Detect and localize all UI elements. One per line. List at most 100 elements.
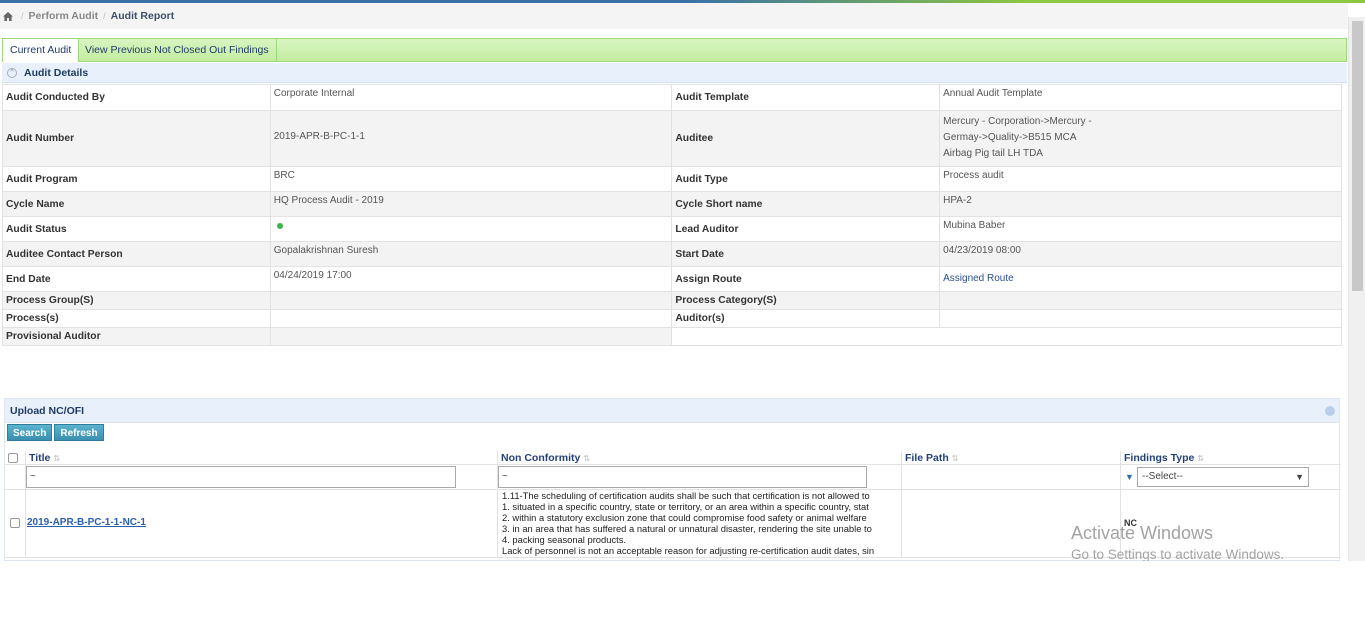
tab-previous-findings[interactable]: View Previous Not Closed Out Findings [78,39,277,61]
column-divider [1120,465,1121,490]
detail-value: Gopalakrishnan Suresh [269,241,673,267]
select-all-cell [5,451,25,465]
watermark-line-1: Activate Windows [1071,523,1214,543]
activate-windows-watermark: Activate Windows Go to Settings to activ… [1071,523,1284,562]
detail-value [269,327,673,346]
assigned-route-link[interactable]: Assigned Route [943,273,1014,284]
select-all-checkbox[interactable] [8,453,18,463]
detail-label: Audit Status [2,216,271,242]
column-header-non-conformity[interactable]: Non Conformity ⇅ [497,451,901,465]
nc-filter-input[interactable]: ~ [498,466,867,488]
findings-type-select[interactable]: --Select-- ▼ [1137,467,1309,487]
upload-title: Upload NC/OFI [10,404,85,417]
detail-value: 04/24/2019 17:00 [269,266,673,292]
detail-label: Auditor(s) [671,309,941,328]
watermark-line-2: Go to Settings to activate Windows. [1071,547,1285,562]
detail-value: 04/23/2019 08:00 [939,241,1342,267]
breadcrumb-perform-audit[interactable]: Perform Audit [29,10,99,22]
nc-line: 1.11-The scheduling of certification aud… [502,490,870,501]
detail-value [269,291,673,310]
nc-line: 2. within a statutory exclusion zone tha… [502,512,867,523]
audit-status-value [269,216,673,242]
detail-label: Audit Conducted By [2,84,271,111]
detail-value: Annual Audit Template [939,84,1342,111]
detail-row: Audit Number 2019-APR-B-PC-1-1 Auditee M… [2,110,1342,167]
detail-label: Provisional Auditor [2,327,271,346]
detail-label: Process(s) [2,309,271,328]
column-header-title[interactable]: Title ⇅ [25,451,497,465]
breadcrumb-separator: / [21,11,24,21]
detail-row: Audit Status Lead Auditor Mubina Baber [2,216,1342,242]
detail-label: Assign Route [671,266,941,292]
nc-line: Lack of personnel is not an acceptable r… [502,545,875,556]
sort-icon: ⇅ [583,454,591,463]
detail-row: Audit Conducted By Corporate Internal Au… [2,84,1342,111]
detail-label: Start Date [671,241,941,267]
detail-label: Audit Template [671,84,941,111]
upload-header: Upload NC/OFI [5,399,1339,423]
detail-value [269,309,673,328]
grid-header: Title ⇅ Non Conformity ⇅ File Path ⇅ Findin… [5,451,1341,465]
detail-value: 2019-APR-B-PC-1-1 [269,110,673,167]
detail-value [939,309,1342,328]
detail-value: Mercury - Corporation->Mercury - Germay-… [939,110,1342,167]
detail-value: Corporate Internal [269,84,673,111]
column-divider [25,490,26,558]
finding-title-link[interactable]: 2019-APR-B-PC-1-1-NC-1 [27,517,146,528]
detail-value: HQ Process Audit - 2019 [269,191,673,217]
vertical-scrollbar[interactable] [1348,17,1365,561]
detail-label: Lead Auditor [671,216,941,242]
detail-row: Process(s) Auditor(s) [2,309,1342,328]
tab-current-audit[interactable]: Current Audit [3,39,80,62]
detail-label: Audit Type [671,166,941,192]
column-header-file-path[interactable]: File Path ⇅ [901,451,1120,465]
detail-value: Process audit [939,166,1342,192]
detail-row: Cycle Name HQ Process Audit - 2019 Cycle… [2,191,1342,217]
detail-label: Auditee [671,110,941,167]
row-checkbox[interactable] [10,518,20,528]
nc-line: 4. packing seasonal products. [502,534,627,545]
detail-row: Process Group(S) Process Category(S) [2,291,1342,310]
detail-value: Mubina Baber [939,216,1342,242]
nc-line: 1. situated in a specific country, state… [502,501,869,512]
sort-icon: ⇅ [53,454,61,463]
detail-row: Provisional Auditor [2,327,1342,346]
detail-label: Audit Number [2,110,271,167]
title-filter-input[interactable]: ~ [26,466,456,488]
empty-cell [671,327,1342,346]
column-divider [901,465,902,490]
detail-row: End Date 04/24/2019 17:00 Assign Route A… [2,266,1342,292]
collapse-icon[interactable]: ^ [7,67,17,78]
detail-row: Auditee Contact Person Gopalakrishnan Su… [2,241,1342,267]
detail-label: End Date [2,266,271,292]
non-conformity-text: 1.11-The scheduling of certification aud… [500,490,904,558]
filter-funnel-icon[interactable]: ▼ [1125,472,1134,482]
column-header-findings-type[interactable]: Findings Type ⇅ [1120,451,1341,465]
detail-value [939,291,1342,310]
sort-icon: ⇅ [1197,454,1205,463]
detail-value: BRC [269,166,673,192]
detail-label: Auditee Contact Person [2,241,271,267]
detail-label: Process Category(S) [671,291,941,310]
breadcrumb-separator: / [103,11,106,21]
refresh-button[interactable]: Refresh [54,424,104,441]
scrollbar-thumb[interactable] [1352,21,1363,291]
collapse-panel-icon[interactable] [1325,405,1335,416]
detail-value: HPA-2 [939,191,1342,217]
select-value: --Select-- [1142,471,1184,482]
breadcrumb-audit-report: Audit Report [110,10,175,22]
home-icon[interactable] [0,11,16,21]
chevron-down-icon: ▼ [1295,472,1304,482]
detail-label: Cycle Name [2,191,271,217]
tab-strip: Current Audit View Previous Not Closed O… [2,38,1347,62]
sort-icon: ⇅ [951,454,959,463]
detail-label: Process Group(S) [2,291,271,310]
detail-label: Audit Program [2,166,271,192]
nc-line: 3. in an area that has suffered a natura… [502,523,872,534]
search-button[interactable]: Search [7,424,53,441]
status-dot-icon [276,223,283,229]
detail-label: Cycle Short name [671,191,941,217]
assign-route-cell: Assigned Route [939,266,1342,292]
audit-details-table: Audit Conducted By Corporate Internal Au… [2,84,1342,346]
audit-details-title: Audit Details [24,66,89,79]
